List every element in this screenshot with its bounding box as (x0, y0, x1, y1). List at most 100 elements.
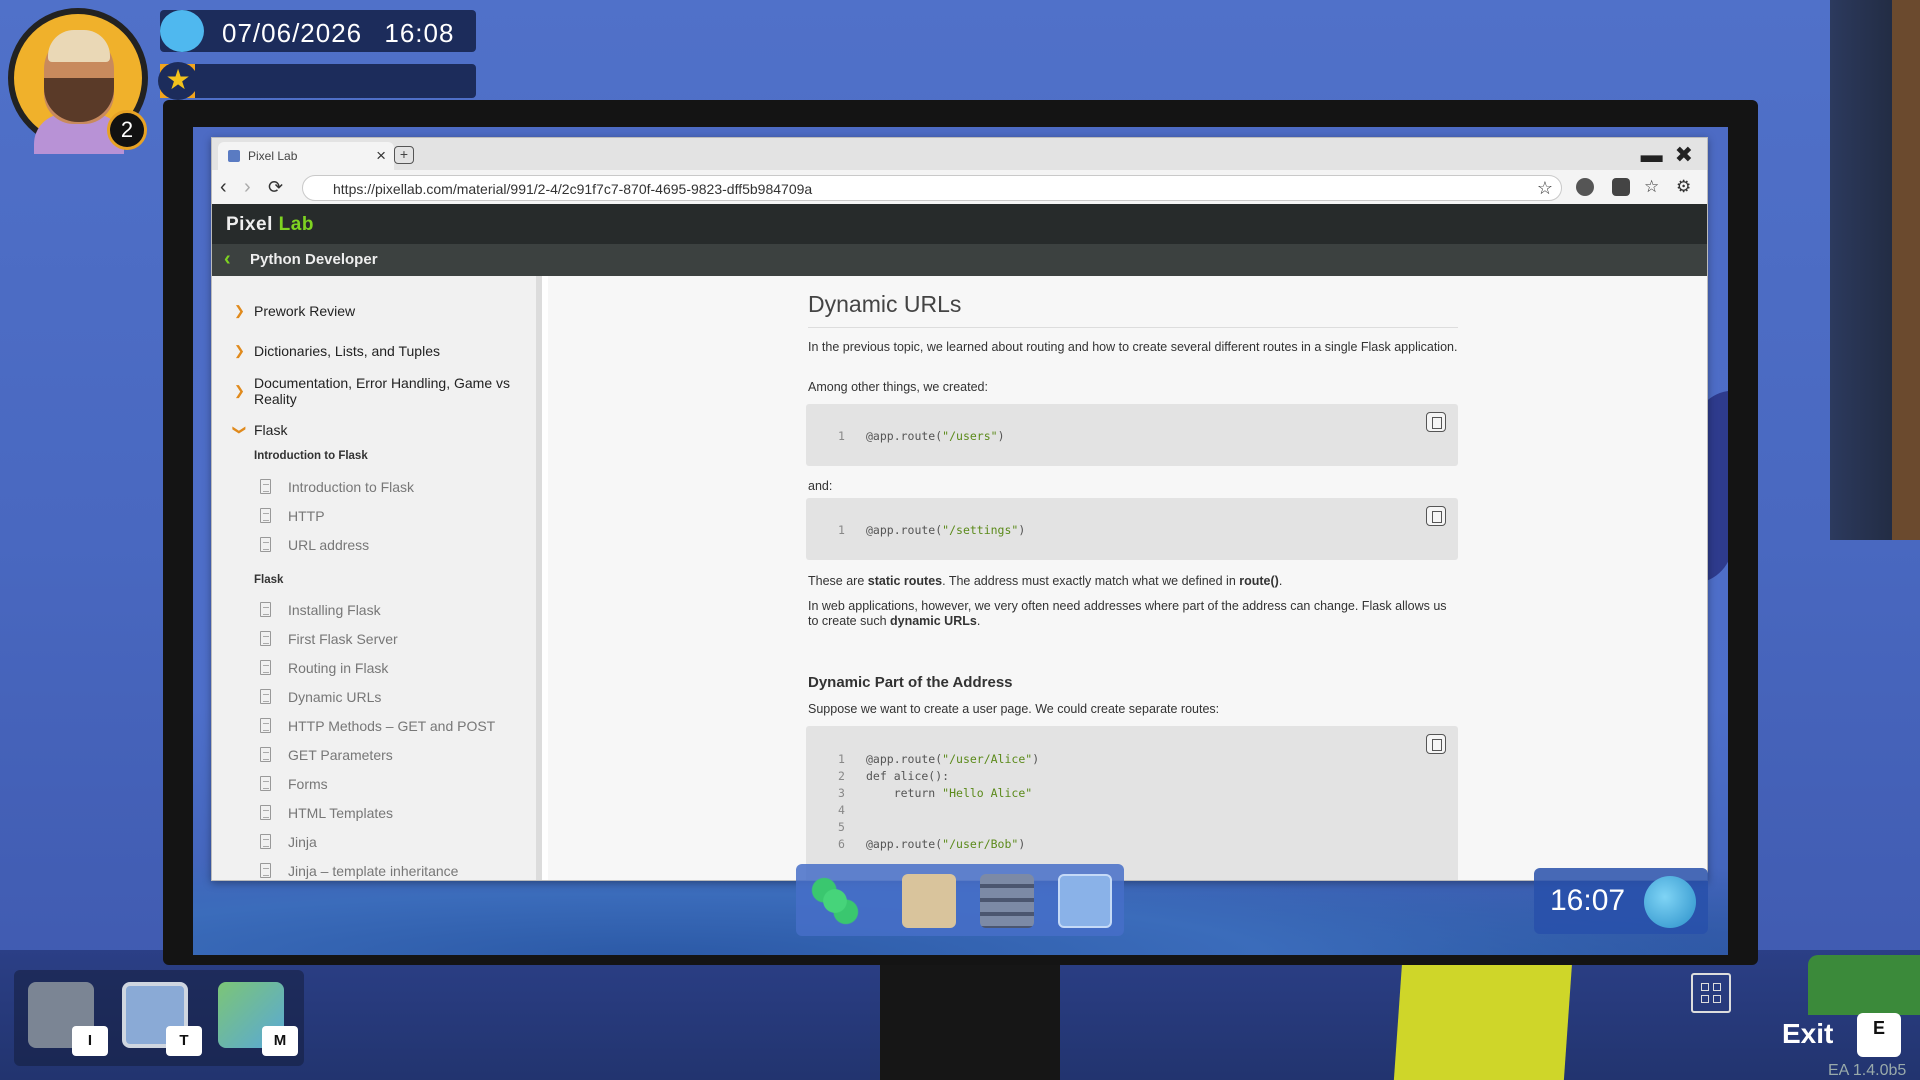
os-dock (796, 864, 1124, 936)
browser-globe-icon[interactable] (1058, 874, 1112, 928)
back-chevron-icon[interactable]: ‹ (224, 248, 231, 271)
plant-pot (1808, 955, 1920, 1015)
date-time-display: 07/06/2026 16:08 (160, 10, 476, 52)
game-time: 16:08 (384, 18, 455, 48)
sticky-note[interactable] (1393, 962, 1573, 1080)
brand-main[interactable]: Pixel (226, 214, 273, 235)
grid-cell (1713, 983, 1721, 991)
favicon-icon (228, 150, 240, 162)
line-number: 5 (838, 820, 845, 834)
sidebar: ❯ Prework Review ❯ Dictionaries, Lists, an… (212, 276, 542, 880)
document-icon (260, 602, 271, 617)
lesson-group-title: Introduction to Flask (254, 450, 368, 462)
address-bar[interactable]: https://pixellab.com/material/991/2-4/2c… (302, 175, 1562, 201)
tablet-key: T (166, 1026, 202, 1056)
code-line: return "Hello Alice" (866, 786, 1033, 800)
paragraph: Suppose we want to create a user page. W… (808, 702, 1220, 716)
grid-cell (1701, 995, 1709, 1003)
server-icon[interactable] (980, 874, 1034, 928)
exit-key: E (1857, 1013, 1901, 1057)
document-icon (260, 776, 271, 791)
site-header: Pixel Lab (212, 204, 1707, 244)
title-divider (808, 327, 1458, 328)
back-icon[interactable]: ‹ (220, 176, 227, 199)
copy-icon[interactable] (1426, 412, 1446, 432)
document-icon (260, 479, 271, 494)
paragraph: These are static routes. The address mus… (808, 574, 1283, 588)
close-tab-icon[interactable]: × (376, 146, 386, 166)
line-number: 1 (838, 429, 845, 443)
line-number: 2 (838, 769, 845, 783)
document-icon (260, 689, 271, 704)
course-bar: ‹ Python Developer (212, 244, 1707, 276)
xp-progress-bar: ★ (158, 62, 476, 100)
document-icon (260, 537, 271, 552)
section-label: Prework Review (254, 303, 356, 319)
code-block: 1 @app.route("/users") (806, 404, 1458, 466)
copy-icon[interactable] (1426, 734, 1446, 754)
launcher-clover-icon[interactable] (808, 874, 862, 928)
page-title: Dynamic URLs (808, 291, 962, 317)
weather-cloud-icon (160, 10, 204, 52)
document-icon (260, 718, 271, 733)
browser-window: Pixel Lab × + ▬ ✖ ‹ › ⟳ https://pixellab.… (211, 137, 1708, 881)
line-number: 6 (838, 837, 845, 851)
forward-icon[interactable]: › (244, 176, 251, 199)
line-number: 1 (838, 523, 845, 537)
network-globe-icon[interactable] (1644, 876, 1696, 928)
copy-icon[interactable] (1426, 506, 1446, 526)
nav-bar: ‹ › ⟳ https://pixellab.com/material/991/… (212, 170, 1707, 204)
code-block: 1 @app.route("/user/Alice") 2 def alice(… (806, 726, 1458, 880)
version-label: EA 1.4.0b5 (1828, 1062, 1907, 1079)
browser-tab[interactable]: Pixel Lab × (218, 142, 394, 170)
code-line: def alice(): (866, 769, 950, 783)
avatar-hat (48, 30, 110, 62)
monitor-stand (880, 955, 1060, 1080)
wall-right (1830, 0, 1920, 540)
settings-gear-icon[interactable]: ⚙ (1676, 177, 1691, 197)
star-icon: ★ (158, 62, 198, 100)
code-line: @app.route("/users") (866, 429, 1005, 443)
paragraph: and: (808, 479, 833, 493)
document-icon (260, 508, 271, 523)
document-icon (260, 805, 271, 820)
new-tab-icon[interactable]: + (394, 146, 414, 164)
player-level-badge: 2 (107, 110, 147, 150)
github-extension-icon[interactable] (1576, 178, 1594, 196)
section-label: Dictionaries, Lists, and Tuples (254, 343, 440, 359)
close-window-icon[interactable]: ✖ (1675, 142, 1693, 167)
section-label: Documentation, Error Handling, Game vs R… (254, 375, 510, 407)
code-block: 1 @app.route("/settings") (806, 498, 1458, 560)
download-icon[interactable] (1612, 178, 1630, 196)
line-number: 3 (838, 786, 845, 800)
section-label: Flask (254, 422, 288, 438)
reload-icon[interactable]: ⟳ (268, 177, 283, 198)
tab-bar: Pixel Lab × + ▬ ✖ (212, 138, 1707, 170)
window-controls: ▬ ✖ (1629, 142, 1693, 168)
paragraph: In web applications, however, we very of… (808, 599, 1447, 628)
game-date: 07/06/2026 (222, 18, 363, 48)
code-line: @app.route("/settings") (866, 523, 1026, 537)
minimize-icon[interactable]: ▬ (1641, 142, 1663, 167)
line-number: 1 (838, 752, 845, 766)
url-text: https://pixellab.com/material/991/2-4/2c… (333, 181, 813, 197)
line-number: 4 (838, 803, 845, 817)
grid-menu-icon[interactable] (1691, 973, 1731, 1013)
grid-cell (1701, 983, 1709, 991)
document-icon (260, 834, 271, 849)
brand-accent[interactable]: Lab (279, 214, 314, 235)
section-heading: Dynamic Part of the Address (808, 674, 1013, 691)
map-key: M (262, 1026, 298, 1056)
chevron-right-icon: ❯ (234, 343, 245, 358)
favorites-icon[interactable]: ☆ (1644, 177, 1659, 197)
bookmark-star-icon[interactable]: ☆ (1537, 178, 1553, 199)
document-icon (260, 660, 271, 675)
chevron-right-icon: ❯ (234, 383, 245, 398)
document-icon (260, 863, 271, 878)
page-body: ❯ Prework Review ❯ Dictionaries, Lists, an… (212, 276, 1707, 880)
exit-label[interactable]: Exit (1782, 1018, 1833, 1050)
inventory-key: I (72, 1026, 108, 1056)
os-clock-widget: 16:07 (1534, 868, 1708, 934)
files-folder-icon[interactable] (902, 874, 956, 928)
grid-cell (1713, 995, 1721, 1003)
